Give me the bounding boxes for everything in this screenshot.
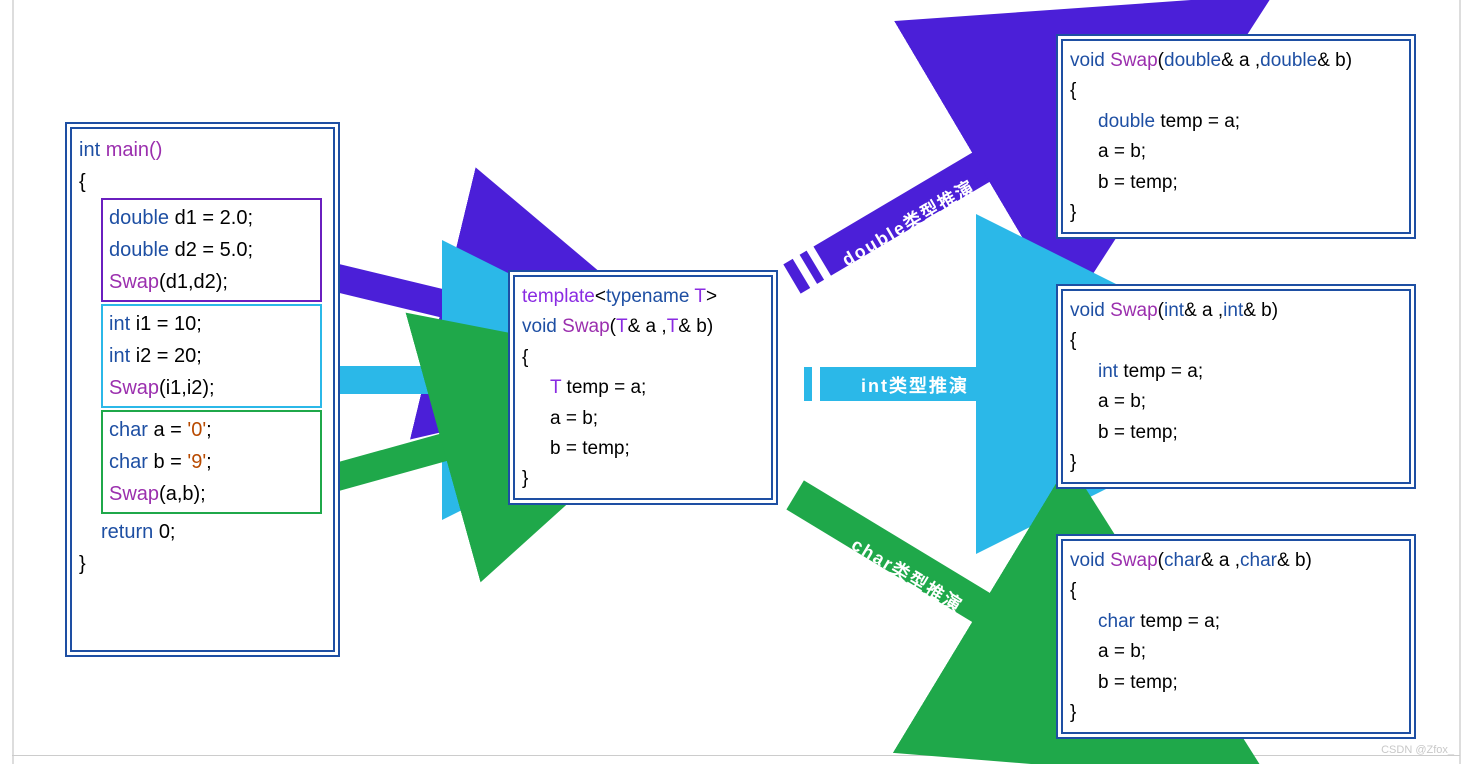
double-output-box: void Swap(double& a ,double& b) { double…: [1056, 34, 1416, 239]
arrow-label-int: int类型推演: [830, 372, 1000, 398]
page-border-bottom: [12, 755, 1460, 756]
brace: }: [79, 548, 326, 580]
arrow-label-char: char类型推演: [815, 512, 1000, 637]
char-output-box: void Swap(char& a ,char& b) { char temp …: [1056, 534, 1416, 739]
watermark: CSDN @Zfox_: [1381, 744, 1454, 756]
page-border-right: [1459, 0, 1461, 764]
double-block: double d1 = 2.0; double d2 = 5.0; Swap(d…: [101, 198, 322, 302]
main-code-box: int main() { double d1 = 2.0; double d2 …: [65, 122, 340, 657]
char-block: char a = '0'; char b = '9'; Swap(a,b);: [101, 410, 322, 514]
brace: {: [79, 166, 326, 198]
template-code-box: template<typename T> void Swap(T& a ,T& …: [508, 270, 778, 505]
page-border-left: [12, 0, 14, 764]
kw-int: int: [79, 139, 100, 161]
fn-main: main(): [106, 139, 163, 161]
int-block: int i1 = 10; int i2 = 20; Swap(i1,i2);: [101, 304, 322, 408]
int-output-box: void Swap(int& a ,int& b) { int temp = a…: [1056, 284, 1416, 489]
arrow-label-double: double类型推演: [815, 160, 1001, 284]
